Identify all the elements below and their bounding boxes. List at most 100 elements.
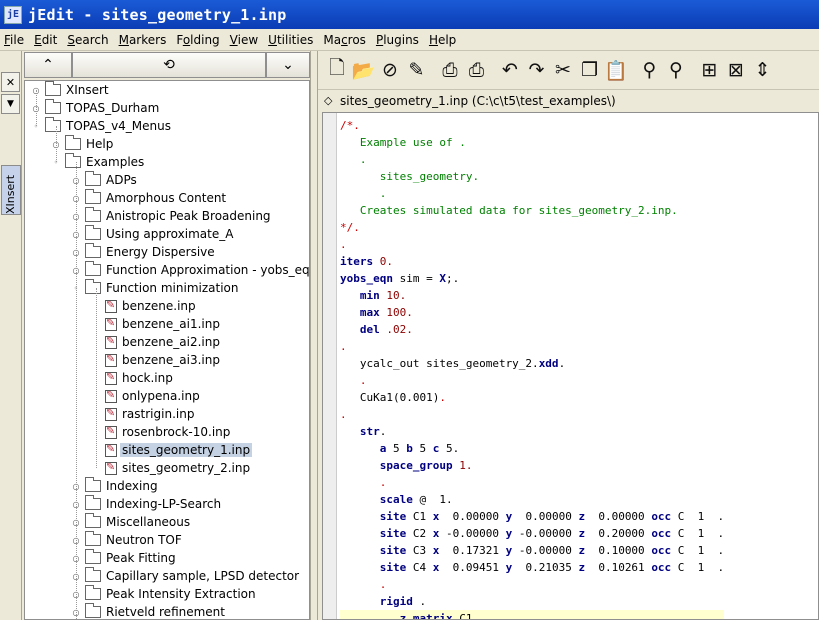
text-area[interactable]: /*. Example use of . . sites_geometry. .… [322,112,819,620]
code-token: 10. [379,289,407,302]
move-down-button[interactable]: ⌄ [266,52,310,78]
editor-area: 🗋 📂 ⊘ ✎ ⎙ ⎙ ↶ ↷ ✂ ❐ 📋 ⚲ ⚲ ⊞ ⊠ ⇕ ◇ sites_geometry_1.inp … [318,51,819,620]
tree-folder[interactable]: ○ Using approximate_A [71,225,235,243]
tree-file[interactable]: sites_geometry_2.inp [91,459,252,477]
move-up-button[interactable]: ⌃ [24,52,72,78]
tree-folder[interactable]: ◦ Examples [51,153,146,171]
xinsert-dock-tab[interactable]: XInsert [1,165,21,215]
xinsert-panel: ⌃ ⟲ ⌄ ○ XInsert ○ TOPAS_Durham ◦ TOPAS_v4_Men… [22,51,310,620]
code-token: space_group [340,459,453,472]
menu-plugins[interactable]: Plugins [371,33,424,47]
find-next-icon[interactable]: ⚲ [663,57,689,83]
tree-folder[interactable]: ○ Capillary sample, LPSD detector [71,567,301,585]
code-line: . [340,474,724,491]
open-file-icon[interactable]: 📂 [351,57,377,83]
folder-icon [85,495,101,510]
tree-file[interactable]: benzene_ai1.inp [91,315,222,333]
code-token: sites_geometry. [340,170,480,183]
buffer-switcher[interactable]: ◇ sites_geometry_1.inp (C:\c\t5\test_exa… [318,89,819,111]
code-line: . [340,185,724,202]
menu-utilities[interactable]: Utilities [263,33,318,47]
code-line: */. [340,219,724,236]
undo-icon[interactable]: ↶ [497,57,523,83]
tree-folder[interactable]: ○ Amorphous Content [71,189,228,207]
tree-folder[interactable]: ○ Help [51,135,115,153]
page-setup-icon[interactable]: ⎙ [464,57,490,83]
panel-splitter[interactable] [310,51,318,620]
menu-view[interactable]: View [225,33,263,47]
code-token: iters [340,255,374,268]
tree-node-label: Indexing-LP-Search [106,497,222,511]
tree-file[interactable]: benzene.inp [91,297,198,315]
tree-folder[interactable]: ○ Peak Intensity Extraction [71,585,258,603]
edit-pencil-icon[interactable]: ✎ [404,57,430,83]
tree-folder[interactable]: ○ XInsert [31,81,111,99]
dock-menu-icon[interactable]: ▼ [1,94,20,114]
tree-folder[interactable]: ◦ TOPAS_v4_Menus [31,117,173,135]
code-line: Creates simulated data for sites_geometr… [340,202,724,219]
reload-button[interactable]: ⟲ [72,52,266,78]
code-token: 0.09451 [439,561,506,574]
print-icon[interactable]: ⎙ [437,57,463,83]
tree-folder[interactable]: ○ Indexing [71,477,160,495]
folder-icon [85,567,101,582]
split-icon[interactable]: ⇕ [750,57,776,83]
tree-file[interactable]: rastrigin.inp [91,405,196,423]
close-file-icon[interactable]: ⊘ [377,57,403,83]
buffer-status-icon: ◇ [324,94,333,107]
menu-help[interactable]: Help [424,33,461,47]
code-token: 0.21035 [512,561,579,574]
cut-icon[interactable]: ✂ [550,57,576,83]
tree-node-label: Function Approximation - yobs_eqn [106,263,310,277]
tree-node-label: Peak Intensity Extraction [106,587,256,601]
copy-icon[interactable]: ❐ [577,57,603,83]
code-token: xdd [538,357,559,370]
new-file-icon[interactable]: 🗋 [324,57,350,83]
tree-file[interactable]: benzene_ai2.inp [91,333,222,351]
code-token: ;. [445,272,460,285]
unsplit-icon[interactable]: ⊠ [723,57,749,83]
file-icon [105,407,117,421]
menu-edit[interactable]: Edit [29,33,62,47]
tree-folder[interactable]: ○ Function Approximation - yobs_eqn [71,261,310,279]
code-token: C1 [406,510,433,523]
menu-search[interactable]: Search [62,33,113,47]
code-token: yobs_eqn [340,272,393,285]
close-dock-icon[interactable]: ✕ [1,72,20,92]
new-view-icon[interactable]: ⊞ [697,57,723,83]
code-line: rigid . [340,593,724,610]
paste-icon[interactable]: 📋 [603,57,629,83]
tree-folder[interactable]: ○ Rietveld refinement [71,603,227,619]
code-line: sites_geometry. [340,168,724,185]
code-line: space_group 1. [340,457,724,474]
find-icon[interactable]: ⚲ [637,57,663,83]
menu-file[interactable]: File [0,33,29,47]
folder-icon [85,513,101,528]
tree-folder[interactable]: ○ Miscellaneous [71,513,192,531]
code-token: . [472,612,480,620]
code-token: occ [651,527,672,540]
tree-file[interactable]: sites_geometry_1.inp [91,441,253,459]
tree-file[interactable]: onlypena.inp [91,387,202,405]
tree-folder[interactable]: ○ Indexing-LP-Search [71,495,223,513]
menu-macros[interactable]: Macros [318,33,371,47]
tree-folder[interactable]: ○ TOPAS_Durham [31,99,161,117]
tree-file[interactable]: hock.inp [91,369,175,387]
menu-folding[interactable]: Folding [171,33,224,47]
code-line: a 5 b 5 c 5. [340,440,724,457]
tree-folder[interactable]: ○ ADPs [71,171,139,189]
xinsert-tree[interactable]: ○ XInsert ○ TOPAS_Durham ◦ TOPAS_v4_Menus ○ Hel… [24,80,310,620]
tree-folder[interactable]: ○ Anistropic Peak Broadening [71,207,273,225]
tree-folder[interactable]: ○ Peak Fitting [71,549,178,567]
tree-folder[interactable]: ○ Neutron TOF [71,531,184,549]
code-token: 0.10000 [585,544,652,557]
tree-folder[interactable]: ○ Energy Dispersive [71,243,217,261]
tree-file[interactable]: rosenbrock-10.inp [91,423,232,441]
redo-icon[interactable]: ↷ [524,57,550,83]
code-token: . [340,476,387,489]
code-token: . [379,425,387,438]
menu-markers[interactable]: Markers [114,33,172,47]
title-bar: jE jEdit - sites_geometry_1.inp [0,0,819,29]
tree-file[interactable]: benzene_ai3.inp [91,351,222,369]
chevron-down-icon: ⌄ [282,57,294,73]
